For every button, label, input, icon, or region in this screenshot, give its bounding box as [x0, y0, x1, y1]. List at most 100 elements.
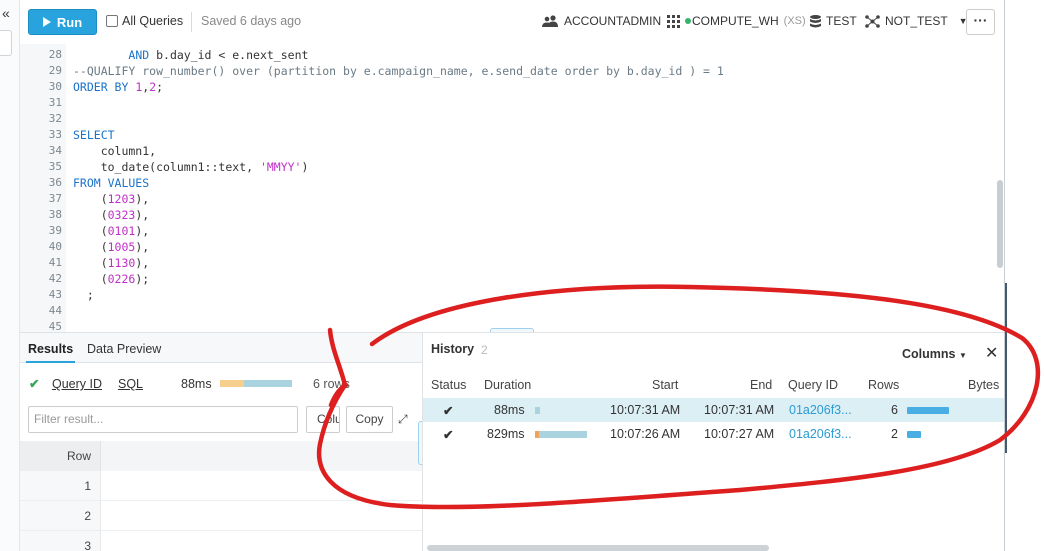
code-text: SELECT — [73, 128, 115, 142]
row-number: 1 — [20, 471, 100, 501]
code-text: (1203), — [73, 192, 150, 206]
line-number: 28 — [48, 48, 62, 61]
history-duration-bar — [535, 407, 540, 414]
adjacent-window-edge — [1005, 283, 1007, 453]
code-text: FROM VALUES — [73, 176, 150, 190]
line-number: 45 — [48, 320, 62, 332]
history-horizontal-scrollbar[interactable] — [427, 545, 769, 551]
line-number: 34 — [48, 144, 62, 157]
line-number: 33 — [48, 128, 62, 141]
history-rows: 2 — [891, 427, 898, 441]
tab-results[interactable]: Results — [25, 342, 76, 363]
history-row[interactable]: ✔ 88ms 10:07:31 AM 10:07:31 AM 01a206f3.… — [423, 398, 1005, 422]
results-tabs: Results Data Preview — [20, 333, 422, 363]
sql-link[interactable]: SQL — [118, 377, 143, 391]
history-end: 10:07:27 AM — [704, 427, 775, 441]
editor-scrollbar[interactable] — [997, 180, 1003, 268]
history-query-id[interactable]: 01a206f3... — [789, 427, 852, 441]
history-duration: 829ms — [487, 427, 525, 441]
history-start: 10:07:26 AM — [610, 427, 681, 441]
column-header-area — [100, 441, 422, 471]
query-duration: 88ms — [181, 377, 212, 391]
columns-button[interactable]: Columns — [306, 406, 340, 433]
row-number: 2 — [20, 501, 100, 531]
database-selector[interactable]: TEST — [810, 14, 857, 28]
row-count: 6 rows — [313, 377, 350, 391]
all-queries-toggle[interactable]: All Queries — [106, 14, 183, 28]
table-row[interactable] — [100, 471, 422, 501]
worksheet-window: « Run All Queries Saved 6 days ago ACCOU… — [0, 0, 1044, 551]
success-check-icon: ✔ — [29, 377, 40, 391]
all-queries-checkbox[interactable] — [106, 15, 118, 27]
close-icon[interactable]: ✕ — [985, 343, 998, 363]
sidebar-tab-stub[interactable] — [0, 30, 12, 56]
line-number: 29 — [48, 64, 62, 77]
line-number: 35 — [48, 160, 62, 173]
warehouse-grid-icon — [667, 14, 680, 28]
role-name: ACCOUNTADMIN — [564, 14, 662, 28]
window-right-edge — [1004, 0, 1044, 551]
history-query-id[interactable]: 01a206f3... — [789, 403, 852, 417]
line-number: 31 — [48, 96, 62, 109]
line-number: 30 — [48, 80, 62, 93]
run-button-label: Run — [56, 14, 83, 30]
row-header: Row — [20, 441, 100, 471]
code-text: --QUALIFY row_number() over (partition b… — [73, 64, 724, 78]
expand-icon[interactable]: ⤢ — [398, 412, 408, 427]
history-duration: 88ms — [494, 403, 525, 417]
col-header-status[interactable]: Status — [431, 378, 466, 392]
line-number: 43 — [48, 288, 62, 301]
query-id-link[interactable]: Query ID — [52, 377, 102, 391]
tab-data-preview[interactable]: Data Preview — [87, 342, 161, 356]
expand-sidebar-icon[interactable]: « — [2, 6, 10, 20]
duration-bar-compile-segment — [220, 380, 244, 387]
history-start: 10:07:31 AM — [610, 403, 681, 417]
history-title: History — [431, 342, 475, 356]
all-queries-label: All Queries — [122, 14, 184, 28]
line-number: 44 — [48, 304, 62, 317]
history-row[interactable]: ✔ 829ms 10:07:26 AM 10:07:27 AM 01a206f3… — [423, 422, 1005, 446]
schema-name: NOT_TEST — [885, 14, 948, 28]
role-selector[interactable]: ACCOUNTADMIN — [542, 14, 661, 28]
col-header-rows[interactable]: Rows — [868, 378, 899, 392]
success-check-icon: ✔ — [443, 428, 454, 442]
schema-selector[interactable]: NOT_TEST ▼ — [865, 14, 968, 28]
more-options-button[interactable]: ··· — [966, 9, 995, 35]
play-icon — [42, 17, 51, 27]
saved-status: Saved 6 days ago — [201, 14, 302, 28]
sql-editor[interactable]: 28 AND b.day_id < e.next_sent 29 --QUALIFY… — [20, 44, 1004, 332]
code-text: AND b.day_id < e.next_sent — [128, 48, 309, 62]
database-name: TEST — [826, 14, 857, 28]
table-row[interactable] — [100, 531, 422, 551]
warehouse-selector[interactable]: COMPUTE_WH (XS) — [667, 14, 806, 28]
schema-icon — [865, 14, 880, 28]
col-header-query-id[interactable]: Query ID — [788, 378, 838, 392]
code-text: column1, — [73, 144, 157, 158]
code-text: (0323), — [73, 208, 150, 222]
history-duration-bar — [535, 431, 587, 438]
worksheet-toolbar: Run All Queries Saved 6 days ago ACCOUNT… — [20, 0, 1004, 44]
history-columns-dropdown[interactable]: Columns ▼ — [902, 347, 967, 361]
col-header-bytes[interactable]: Bytes — [968, 378, 999, 392]
copy-button[interactable]: Copy — [346, 406, 393, 433]
warehouse-running-dot — [685, 18, 691, 24]
history-count: 2 — [481, 343, 488, 357]
success-check-icon: ✔ — [443, 404, 454, 418]
code-text: (0101), — [73, 224, 150, 238]
col-header-end[interactable]: End — [750, 378, 772, 392]
run-button[interactable]: Run — [28, 9, 97, 35]
line-number: 32 — [48, 112, 62, 125]
collapsed-sidebar: « — [0, 0, 20, 551]
line-number: 38 — [48, 208, 62, 221]
code-text: to_date(column1::text, 'MMYY') — [73, 160, 309, 174]
code-text: (0226); — [73, 272, 150, 286]
history-columns-label: Columns — [902, 347, 956, 361]
duration-bar — [220, 380, 292, 387]
filter-result-input[interactable]: Filter result... — [28, 406, 298, 433]
toolbar-divider — [191, 12, 192, 32]
table-row[interactable] — [100, 501, 422, 531]
col-header-start[interactable]: Start — [652, 378, 678, 392]
results-grid: Row 1 2 3 — [20, 441, 422, 551]
col-header-duration[interactable]: Duration — [484, 378, 531, 392]
history-end: 10:07:31 AM — [704, 403, 775, 417]
